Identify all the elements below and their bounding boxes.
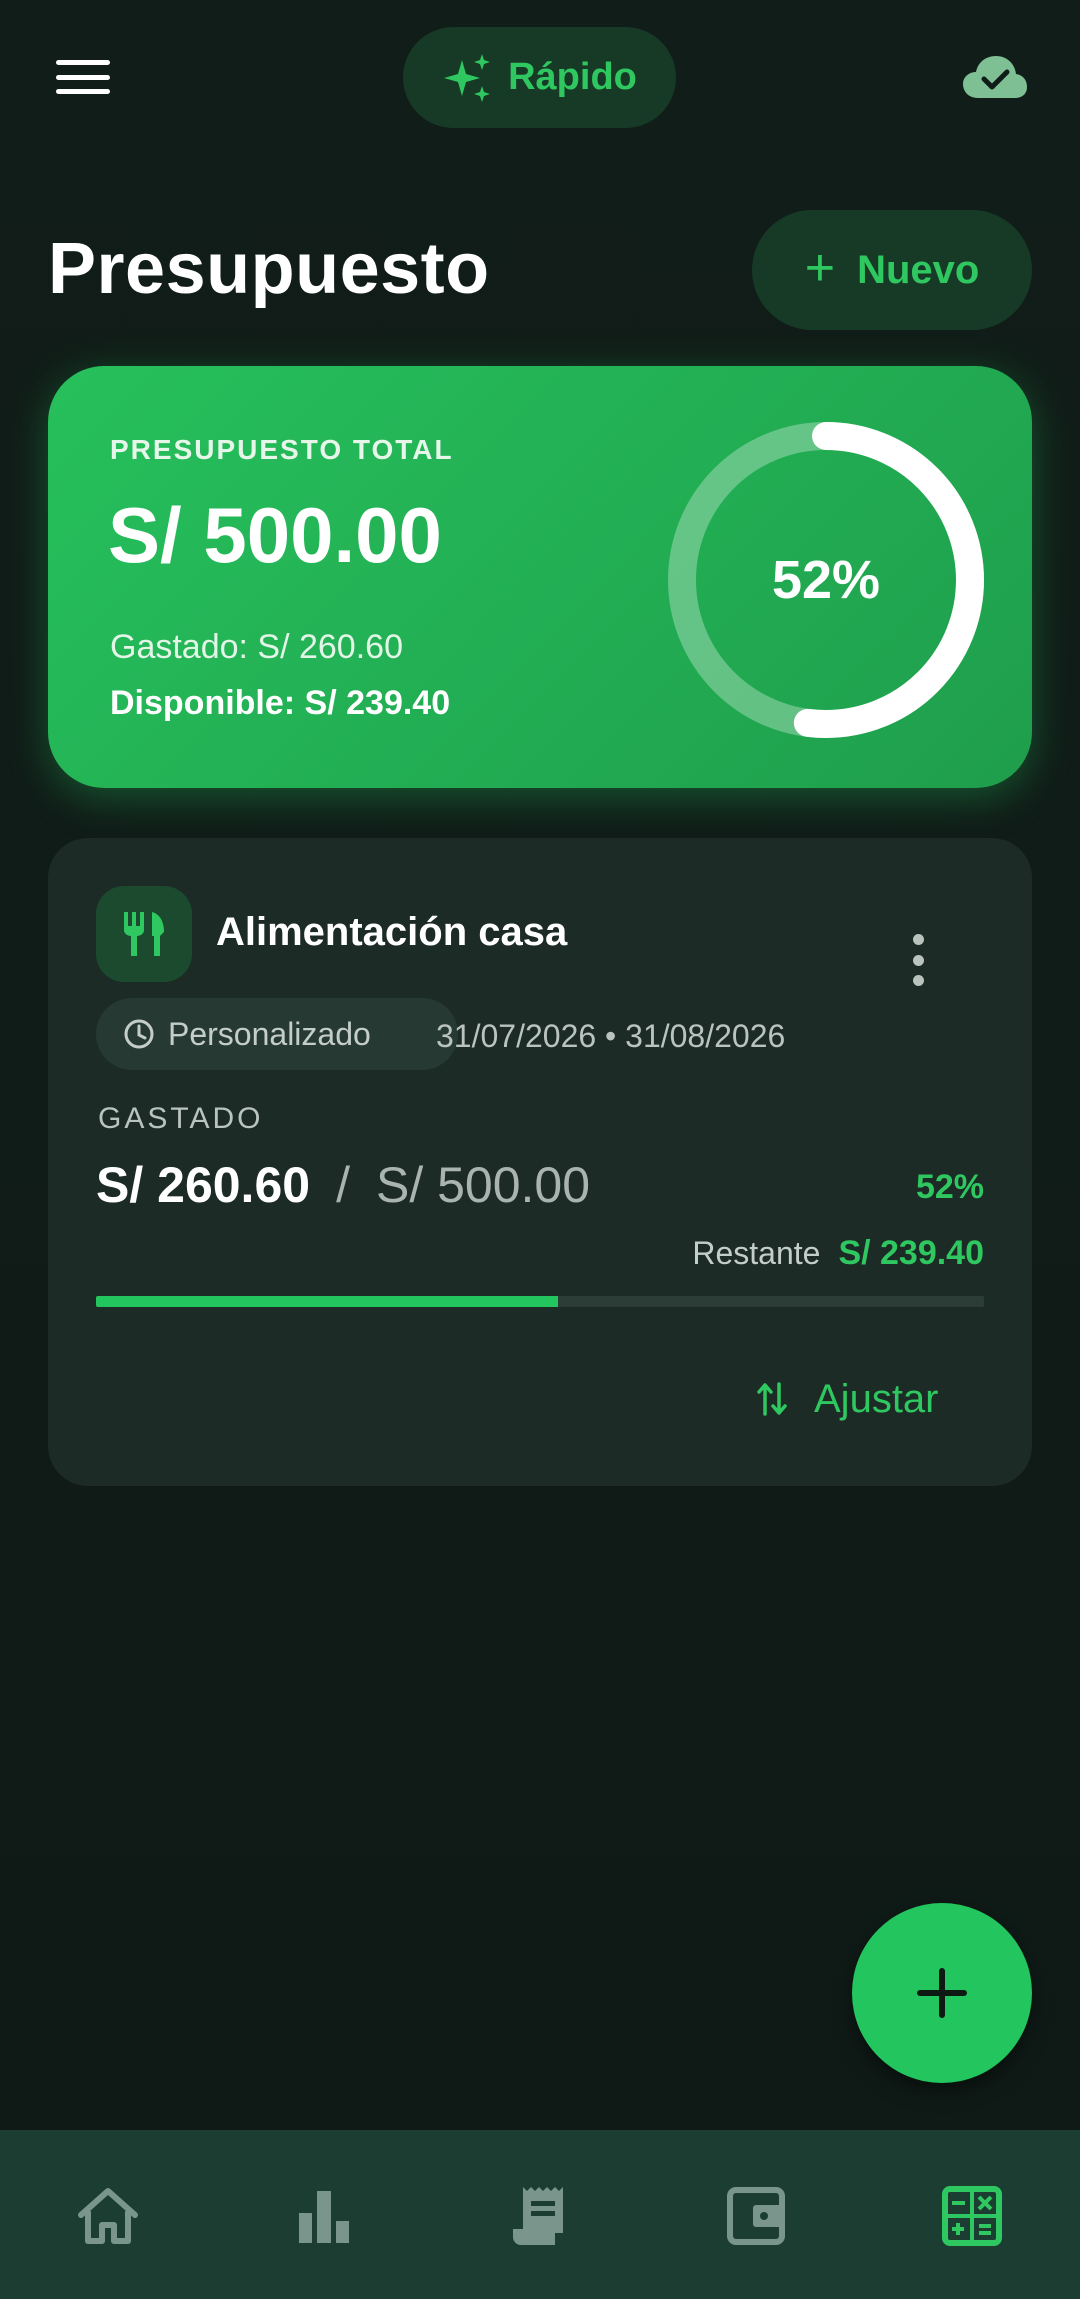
spent-row: S/ 260.60 / S/ 500.00	[96, 1156, 590, 1214]
category-icon-box	[96, 886, 192, 982]
home-icon	[78, 2187, 138, 2244]
budget-progress-fill	[96, 1296, 558, 1307]
cloud-check-icon[interactable]	[962, 54, 1028, 100]
bar-chart-icon	[299, 2190, 349, 2243]
budget-screen: Rápido Presupuesto + Nuevo PRESUPUESTO T…	[0, 0, 1080, 2299]
amount-separator: /	[336, 1157, 350, 1213]
quick-button-label: Rápido	[508, 56, 637, 98]
plus-icon	[917, 1968, 967, 2018]
fork-knife-icon	[124, 912, 164, 956]
more-vert-icon	[912, 934, 924, 945]
total-available-text: Disponible: S/ 239.40	[110, 684, 451, 722]
new-budget-button[interactable]: + Nuevo	[752, 210, 1032, 330]
hamburger-menu-icon	[56, 60, 110, 65]
adjust-button-label: Ajustar	[814, 1376, 939, 1421]
spent-label: GASTADO	[98, 1102, 264, 1135]
bottom-navigation	[0, 2130, 1080, 2299]
page-title: Presupuesto	[48, 229, 490, 309]
total-budget-amount: S/ 500.00	[108, 491, 442, 579]
spent-value: S/ 260.60	[96, 1157, 311, 1213]
budget-progress-bar	[96, 1296, 984, 1307]
clock-icon	[124, 1019, 154, 1049]
quick-button[interactable]: Rápido	[403, 27, 676, 128]
remaining-label: Restante	[692, 1235, 821, 1271]
nav-statistics[interactable]	[264, 2161, 384, 2271]
total-budget-label: PRESUPUESTO TOTAL	[110, 434, 454, 465]
total-budget-card: PRESUPUESTO TOTAL S/ 500.00 Gastado: S/ …	[48, 366, 1032, 788]
more-options-button[interactable]	[898, 930, 938, 990]
budget-percent: 52%	[915, 1168, 984, 1206]
add-fab-button[interactable]	[852, 1903, 1032, 2083]
swap-vert-icon	[757, 1382, 787, 1416]
nav-wallet[interactable]	[696, 2161, 816, 2271]
total-spent-text: Gastado: S/ 260.60	[110, 628, 403, 666]
budget-name: Alimentación casa	[216, 910, 568, 954]
nav-transactions[interactable]	[480, 2161, 600, 2271]
receipt-icon	[513, 2186, 563, 2245]
budget-card[interactable]: Alimentación casa Personalizado 31/07/20…	[48, 838, 1032, 1486]
menu-button[interactable]	[50, 52, 116, 102]
adjust-button[interactable]: Ajustar	[738, 1354, 988, 1444]
calculator-icon	[942, 2185, 1002, 2246]
nav-home[interactable]	[48, 2161, 168, 2271]
remaining-row: Restante S/ 239.40	[692, 1234, 984, 1273]
remaining-value: S/ 239.40	[838, 1234, 984, 1272]
plus-icon: +	[804, 239, 836, 297]
period-chip: Personalizado	[96, 998, 458, 1070]
budget-dates: 31/07/2026 • 31/08/2026	[436, 1018, 786, 1054]
new-budget-button-label: Nuevo	[857, 247, 980, 292]
wallet-icon	[727, 2186, 785, 2245]
budget-total-value: S/ 500.00	[375, 1157, 591, 1213]
nav-budget-calculator[interactable]	[912, 2161, 1032, 2271]
progress-ring-percent: 52%	[771, 550, 881, 610]
sparkle-icon	[444, 53, 491, 102]
period-type-label: Personalizado	[168, 1015, 371, 1052]
